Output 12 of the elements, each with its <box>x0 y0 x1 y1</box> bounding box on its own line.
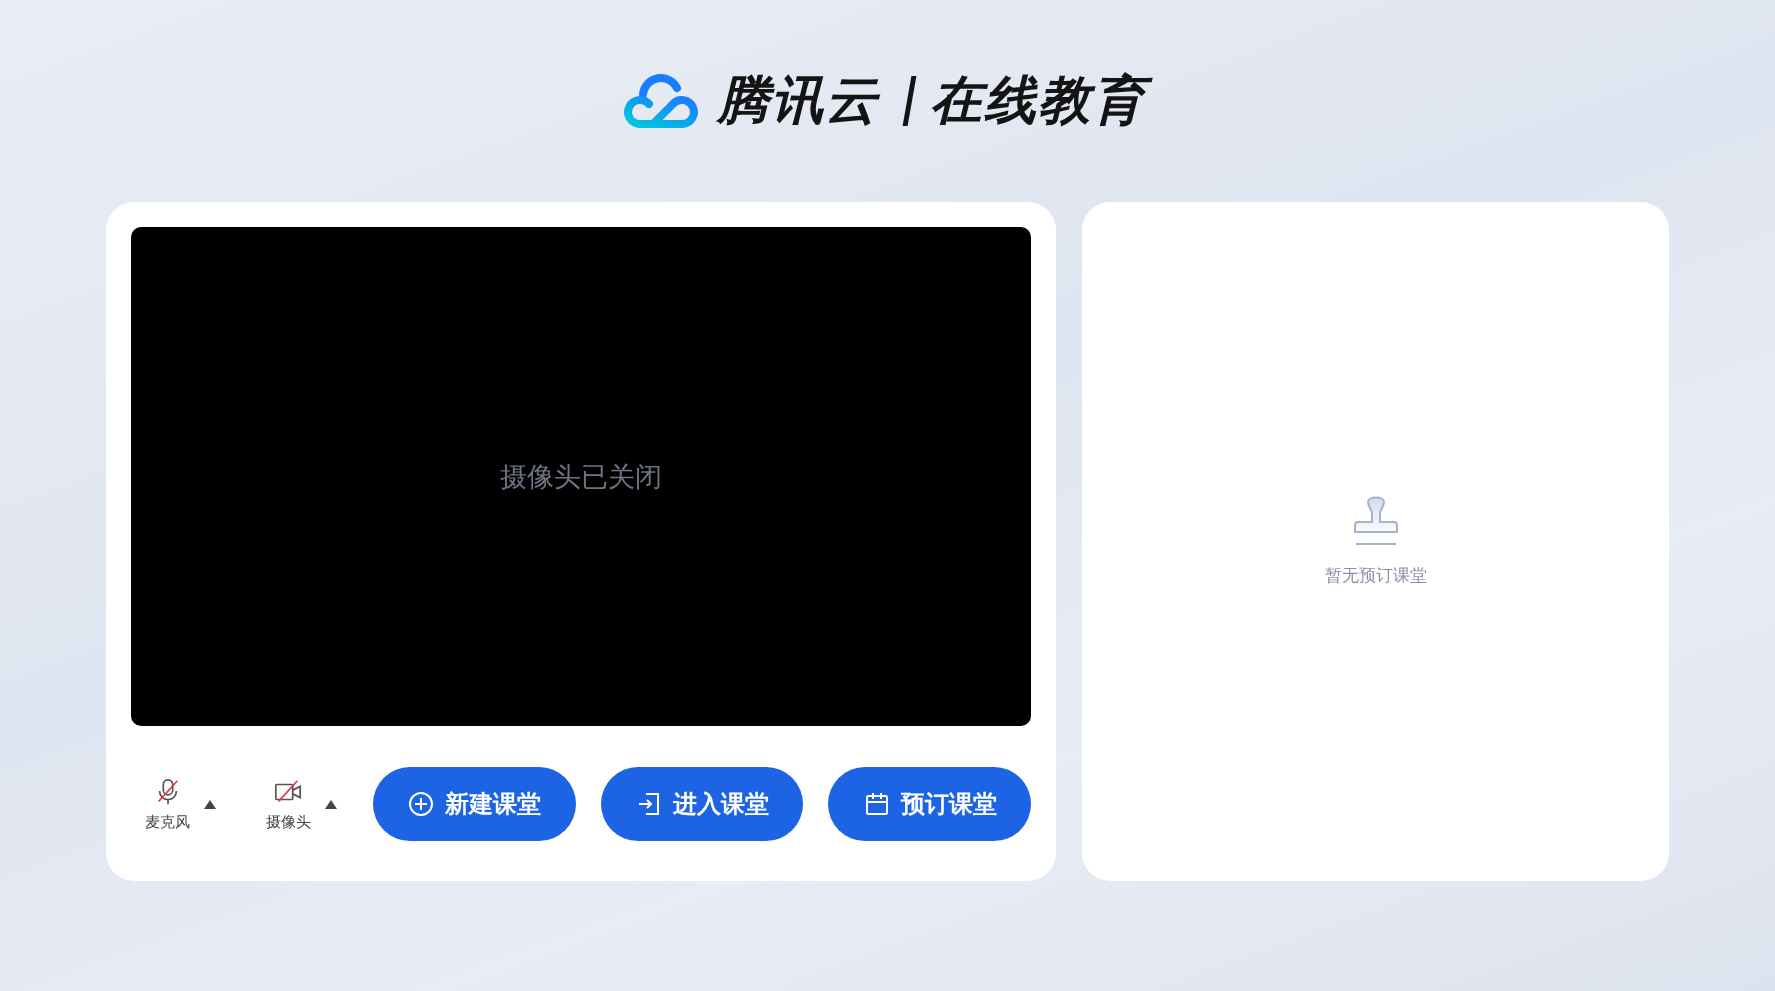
join-class-button[interactable]: 进入课堂 <box>600 767 804 841</box>
empty-message: 暂无预订课堂 <box>1324 564 1427 587</box>
microphone-toggle[interactable]: 麦克风 <box>145 776 190 832</box>
create-class-button[interactable]: 新建课堂 <box>372 767 576 841</box>
camera-toggle[interactable]: 摄像头 <box>266 776 311 832</box>
schedule-class-button[interactable]: 预订课堂 <box>828 767 1031 841</box>
brand-name: 腾讯云 <box>717 69 881 133</box>
product-name: 在线教育 <box>930 67 1156 135</box>
caret-icon[interactable] <box>204 799 216 809</box>
camera-off-message: 摄像头已关闭 <box>500 459 662 494</box>
caret-icon[interactable] <box>325 799 337 809</box>
plus-circle-icon <box>407 790 436 818</box>
